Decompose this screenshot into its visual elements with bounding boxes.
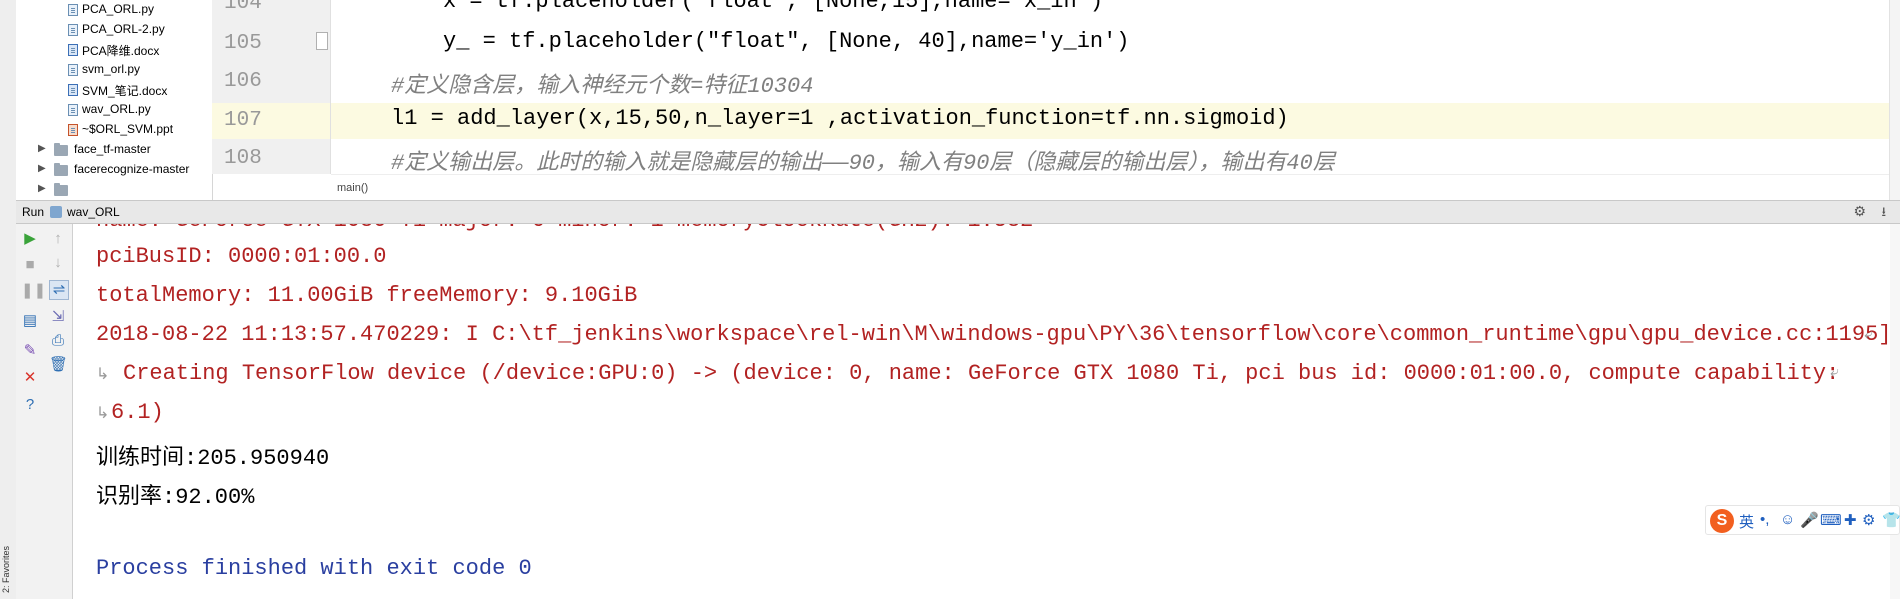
- console-line: 2018-08-22 11:13:57.470229: I C:\tf_jenk…: [96, 322, 1892, 347]
- up-arrow-icon[interactable]: ↑: [49, 230, 67, 248]
- print-icon[interactable]: ⎙: [49, 332, 67, 350]
- run-label: Run: [22, 205, 45, 219]
- python-file-icon: [68, 64, 78, 76]
- ime-language-toggle[interactable]: 英: [1739, 511, 1754, 532]
- settings-icon[interactable]: ⚙: [1862, 511, 1875, 529]
- code-editor[interactable]: x = tf.placeholder("float", [None,15],na…: [331, 0, 1900, 174]
- console-scrollbar[interactable]: [1890, 224, 1900, 599]
- tree-item-label: svm_orl.py: [82, 62, 141, 76]
- code-line[interactable]: y_ = tf.placeholder("float", [None, 40],…: [443, 29, 1130, 54]
- tree-item-label: wav_ORL.py: [82, 102, 151, 116]
- layout-icon[interactable]: ▤: [21, 312, 39, 330]
- chevron-right-icon[interactable]: ▶: [38, 183, 46, 194]
- rerun-icon[interactable]: ▶: [21, 230, 39, 248]
- folder-icon: [54, 143, 68, 156]
- tree-item-file[interactable]: svm_orl.py: [16, 60, 212, 80]
- python-file-icon: [68, 24, 78, 36]
- emoji-icon[interactable]: ☺: [1780, 511, 1795, 528]
- chevron-right-icon[interactable]: ▶: [38, 163, 46, 174]
- folder-icon: [54, 183, 68, 196]
- tree-item-label: PCA_ORL-2.py: [82, 22, 165, 36]
- skin-icon[interactable]: 👕: [1882, 511, 1900, 529]
- tree-item-file[interactable]: PCA降维.docx: [16, 40, 212, 60]
- code-comment[interactable]: #定义隐含层，输入神经元个数=特征10304: [391, 67, 813, 99]
- run-tool-header: Run wav_ORL ⚙ ⭳: [16, 200, 1900, 224]
- console-line: name: GeForce GTX 1080 Ti major: 6 minor…: [96, 224, 1033, 233]
- console-line: pciBusID: 0000:01:00.0: [96, 244, 387, 269]
- console-line: 6.1): [111, 400, 164, 425]
- favorites-strip: 2: Favorites: [0, 0, 17, 599]
- run-config-tab[interactable]: wav_ORL: [67, 205, 120, 219]
- tree-item-file[interactable]: PCA_ORL-2.py: [16, 20, 212, 40]
- python-file-icon: [68, 104, 78, 116]
- tree-item-file[interactable]: PCA_ORL.py: [16, 0, 212, 20]
- tree-item-label: SVM_笔记.docx: [82, 84, 168, 98]
- tree-item-folder[interactable]: ▶ facerecognize-master: [16, 160, 212, 180]
- pin-icon[interactable]: ✎: [21, 342, 39, 360]
- code-line[interactable]: x = tf.placeholder("float", [None,15],na…: [443, 0, 1103, 14]
- tree-item-file[interactable]: wav_ORL.py: [16, 100, 212, 120]
- toolbox-icon[interactable]: ✚: [1844, 511, 1857, 529]
- microphone-icon[interactable]: 🎤: [1800, 511, 1819, 529]
- code-comment[interactable]: #定义输出层。此时的输入就是隐藏层的输出——90，输入有90层（隐藏层的输出层）…: [391, 144, 1335, 174]
- word-file-icon: [68, 44, 78, 56]
- wrap-continue-icon: ⤶: [1864, 326, 1873, 343]
- tree-item-file[interactable]: SVM_笔记.docx: [16, 80, 212, 100]
- punctuation-icon[interactable]: •,: [1760, 511, 1769, 528]
- breadcrumb-item[interactable]: main(): [337, 182, 368, 194]
- tree-item-label: face_tf-master: [74, 142, 151, 156]
- python-file-icon: [68, 4, 78, 16]
- line-number: 106: [224, 70, 262, 93]
- wrap-indent-icon: ↳: [96, 366, 110, 383]
- keyboard-icon[interactable]: ⌨: [1820, 511, 1842, 529]
- process-finished-message: Process finished with exit code 0: [96, 556, 532, 581]
- sogou-logo-icon[interactable]: S: [1710, 509, 1734, 533]
- help-icon[interactable]: ?: [21, 396, 39, 414]
- trash-icon[interactable]: 🗑: [49, 356, 68, 374]
- tree-item-label: ~$ORL_SVM.ppt: [82, 122, 174, 136]
- line-number: 105: [224, 32, 262, 55]
- fold-marker-icon[interactable]: [316, 32, 328, 50]
- word-file-icon: [68, 84, 78, 96]
- soft-wrap-icon[interactable]: ⇌: [49, 280, 69, 300]
- breadcrumb: main(): [331, 174, 1900, 201]
- folder-icon: [54, 163, 68, 176]
- chevron-right-icon[interactable]: ▶: [38, 143, 46, 154]
- tree-item-folder[interactable]: ▶: [16, 180, 212, 200]
- stop-icon[interactable]: ■: [21, 256, 39, 274]
- wrap-continue-icon: ⤶: [1830, 364, 1839, 381]
- minimize-icon[interactable]: ⭳: [1881, 203, 1886, 225]
- line-number: 104: [224, 0, 262, 15]
- training-time-output: 训练时间:205.950940: [96, 446, 330, 471]
- scroll-to-end-icon[interactable]: ⇲: [49, 308, 67, 326]
- pause-icon[interactable]: ❚❚: [21, 282, 46, 300]
- console-line: totalMemory: 11.00GiB freeMemory: 9.10Gi…: [96, 283, 638, 308]
- gear-icon[interactable]: ⚙: [1853, 203, 1866, 220]
- console-line: Creating TensorFlow device (/device:GPU:…: [123, 361, 1840, 386]
- console-toolbar: ↑ ↓ ⇌ ⇲ ⎙ 🗑: [44, 224, 73, 599]
- tree-item-folder[interactable]: ▶ face_tf-master: [16, 140, 212, 160]
- project-tree: PCA_ORL.py PCA_ORL-2.py PCA降维.docx svm_o…: [16, 0, 213, 200]
- down-arrow-icon[interactable]: ↓: [49, 254, 67, 272]
- tree-item-label: facerecognize-master: [74, 162, 190, 176]
- accuracy-output: 识别率:92.00%: [96, 485, 255, 510]
- powerpoint-file-icon: [68, 124, 78, 136]
- favorites-tab[interactable]: 2: Favorites: [1, 546, 11, 593]
- python-run-icon: [50, 206, 62, 218]
- line-number: 107: [224, 109, 262, 132]
- run-toolbar: ▶ ■ ❚❚ ▤ ✎ ✕ ?: [16, 224, 46, 599]
- wrap-indent-icon: ↳: [96, 405, 110, 422]
- tree-item-label: PCA降维.docx: [82, 44, 160, 58]
- console-output[interactable]: name: GeForce GTX 1080 Ti major: 6 minor…: [73, 224, 1900, 599]
- line-number: 108: [224, 147, 262, 170]
- close-icon[interactable]: ✕: [21, 369, 39, 387]
- editor-scrollbar[interactable]: [1889, 0, 1900, 200]
- code-line[interactable]: l1 = add_layer(x,15,50,n_layer=1 ,activa…: [391, 106, 1289, 131]
- tree-item-file[interactable]: ~$ORL_SVM.ppt: [16, 120, 212, 140]
- tree-item-label: PCA_ORL.py: [82, 2, 155, 16]
- ime-toolbar: S 英 •, ☺ 🎤 ⌨ ✚ ⚙ 👕: [1705, 505, 1900, 535]
